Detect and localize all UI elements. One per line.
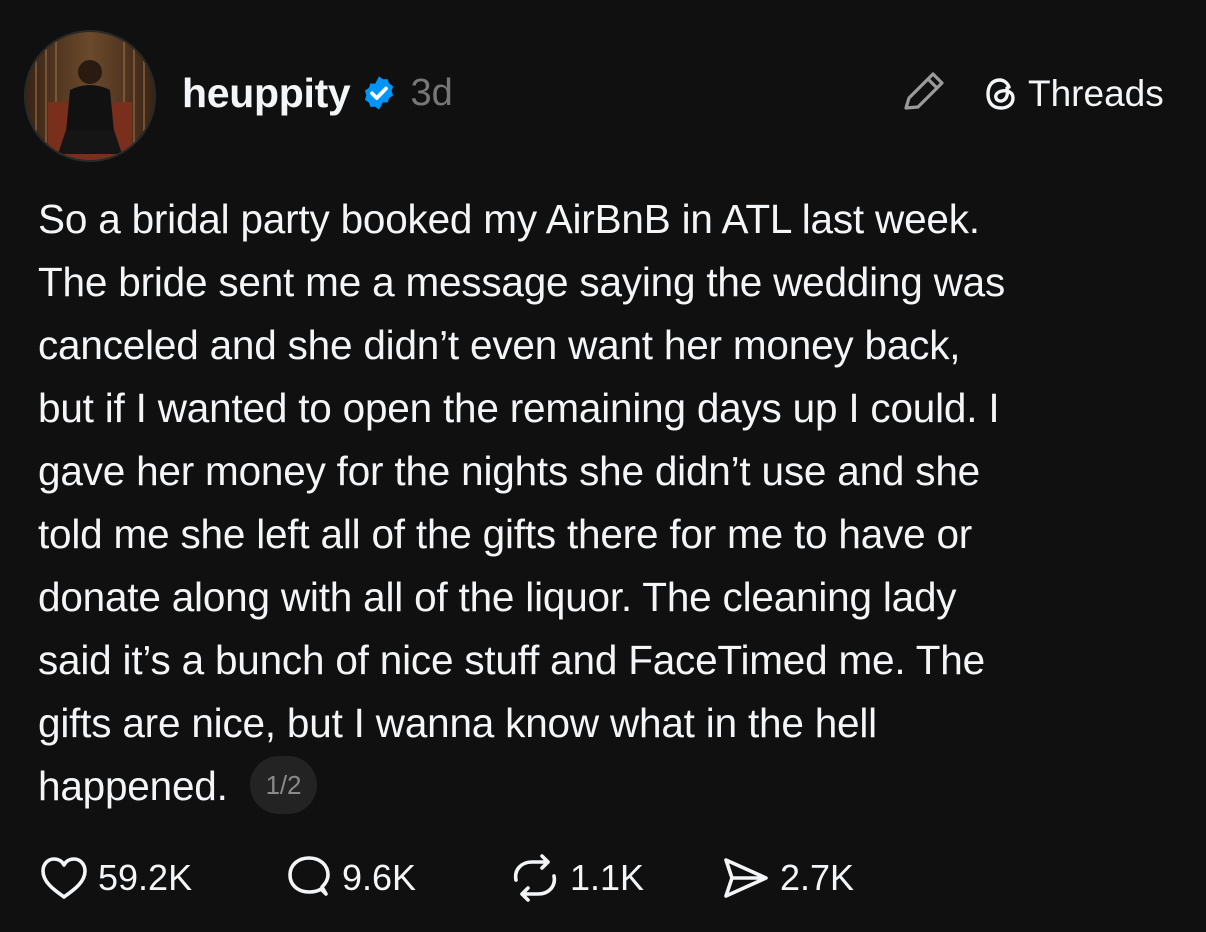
comment-icon <box>288 856 330 896</box>
repost-button[interactable]: 1.1K <box>508 854 720 902</box>
reply-count: 9.6K <box>342 857 417 898</box>
page-indicator[interactable]: 1/2 <box>249 756 318 815</box>
like-count: 59.2K <box>98 857 193 898</box>
like-button[interactable]: 59.2K <box>38 854 284 902</box>
avatar-image <box>26 32 154 160</box>
avatar[interactable] <box>24 30 156 162</box>
repost-icon <box>513 854 557 902</box>
heart-icon <box>41 857 87 899</box>
post-body: So a bridal party booked my AirBnB in AT… <box>38 188 1178 818</box>
share-button[interactable]: 2.7K <box>720 854 854 902</box>
share-count: 2.7K <box>780 857 855 898</box>
post-actions: 59.2K 9.6K 1.1K 2.7K <box>38 852 854 904</box>
repost-count: 1.1K <box>570 857 645 898</box>
post-time: 3d <box>410 71 453 114</box>
send-icon <box>724 858 768 898</box>
username[interactable]: heuppity <box>182 70 351 117</box>
reply-button[interactable]: 9.6K <box>284 854 508 902</box>
post-header: heuppity 3d <box>182 64 453 122</box>
threads-logo-icon <box>982 74 1020 114</box>
verified-badge-icon <box>360 74 398 112</box>
threads-brand[interactable]: Threads <box>982 70 1164 118</box>
threads-label: Threads <box>1028 73 1164 114</box>
post-text: So a bridal party booked my AirBnB in AT… <box>38 196 1006 809</box>
pencil-icon[interactable] <box>900 68 950 114</box>
